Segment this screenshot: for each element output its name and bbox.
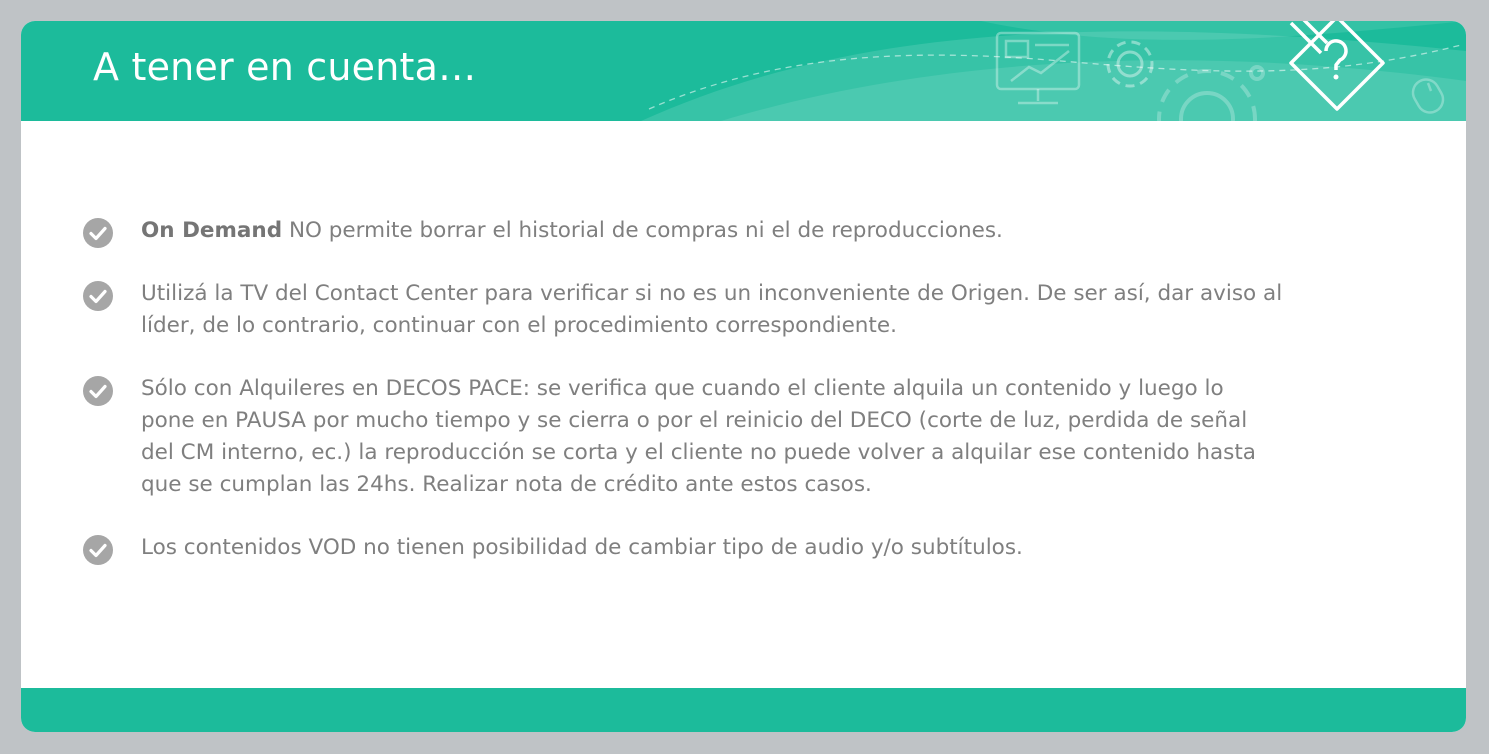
list-item: On Demand NO permite borrar el historial… — [83, 215, 1283, 248]
item-bold-text: On Demand — [141, 218, 283, 243]
notes-list: On Demand NO permite borrar el historial… — [83, 215, 1283, 565]
check-circle-icon — [83, 218, 113, 248]
list-item: Los contenidos VOD no tienen posibilidad… — [83, 532, 1283, 565]
item-text: Los contenidos VOD no tienen posibilidad… — [141, 535, 1023, 560]
header-banner: A tener en cuenta… — [21, 21, 1466, 121]
item-text: Utilizá la TV del Contact Center para ve… — [141, 281, 1283, 338]
page-title: A tener en cuenta… — [93, 45, 477, 89]
slide-card: A tener en cuenta… On Demand NO permite … — [21, 21, 1466, 732]
check-circle-icon — [83, 281, 113, 311]
footer-bar — [21, 688, 1466, 732]
list-item: Sólo con Alquileres en DECOS PACE: se ve… — [83, 373, 1283, 501]
list-item: Utilizá la TV del Contact Center para ve… — [83, 278, 1283, 342]
item-text: Sólo con Alquileres en DECOS PACE: se ve… — [141, 376, 1256, 497]
check-circle-icon — [83, 376, 113, 406]
check-circle-icon — [83, 535, 113, 565]
item-text: NO permite borrar el historial de compra… — [282, 218, 1003, 243]
